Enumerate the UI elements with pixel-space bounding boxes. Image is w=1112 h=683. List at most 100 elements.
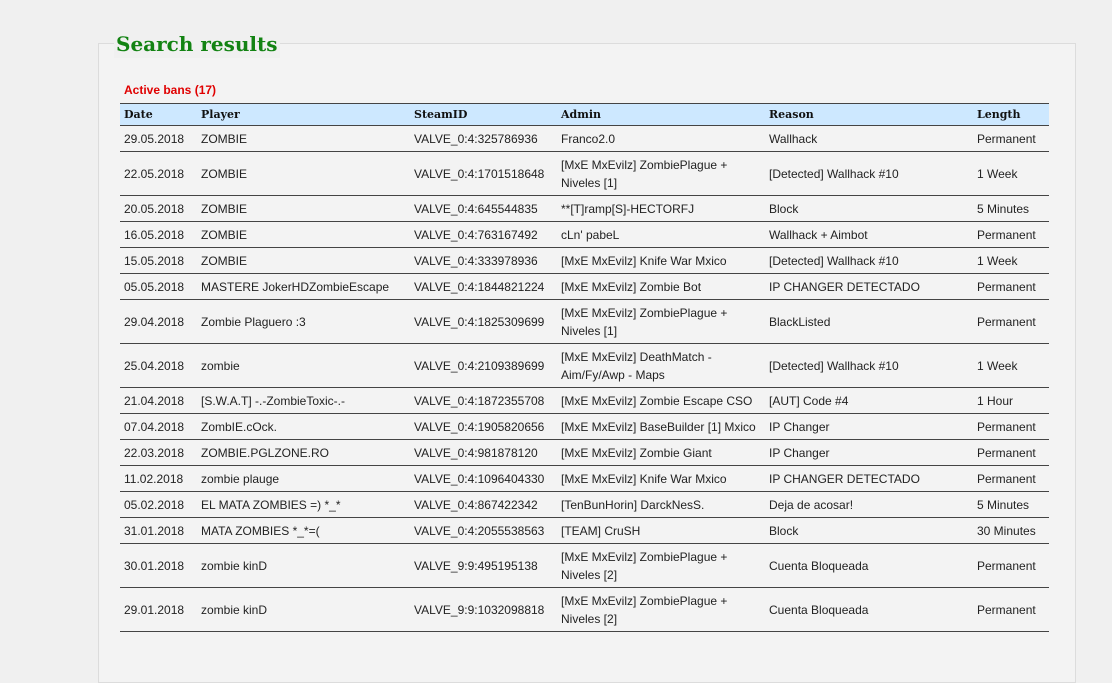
column-header-date[interactable]: Date (120, 103, 197, 126)
cell-date: 30.01.2018 (120, 543, 197, 588)
cell-admin: [MxE MxEvilz] BaseBuilder [1] Mxico (557, 413, 765, 440)
cell-date: 31.01.2018 (120, 517, 197, 544)
cell-player: Zombie Plaguero :3 (197, 299, 410, 344)
cell-steamid: VALVE_0:4:763167492 (410, 221, 557, 248)
table-row[interactable]: 07.04.2018 ZombIE.cOck. VALVE_0:4:190582… (120, 413, 1049, 440)
cell-reason: Cuenta Bloqueada (765, 543, 973, 588)
cell-player: MATA ZOMBIES *_*=( (197, 517, 410, 544)
cell-length: Permanent (973, 465, 1049, 492)
cell-reason: [AUT] Code #4 (765, 387, 973, 414)
cell-admin: [MxE MxEvilz] Knife War Mxico (557, 247, 765, 274)
table-header-row: Date Player SteamID Admin Reason Length (120, 103, 1049, 126)
cell-reason: Deja de acosar! (765, 491, 973, 518)
cell-reason: Cuenta Bloqueada (765, 587, 973, 632)
cell-player: EL MATA ZOMBIES =) *_* (197, 491, 410, 518)
cell-reason: BlackListed (765, 299, 973, 344)
cell-date: 22.03.2018 (120, 439, 197, 466)
table-row[interactable]: 20.05.2018 ZOMBIE VALVE_0:4:645544835 **… (120, 195, 1049, 222)
cell-reason: Block (765, 517, 973, 544)
cell-player: ZOMBIE (197, 151, 410, 196)
cell-date: 05.02.2018 (120, 491, 197, 518)
page-title: Search results (114, 30, 280, 58)
cell-player: ZombIE.cOck. (197, 413, 410, 440)
cell-date: 20.05.2018 (120, 195, 197, 222)
cell-date: 21.04.2018 (120, 387, 197, 414)
cell-admin: [MxE MxEvilz] ZombiePlague + Niveles [2] (557, 587, 765, 632)
cell-admin: [TenBunHorin] DarckNesS. (557, 491, 765, 518)
cell-admin: cLn' pabeL (557, 221, 765, 248)
cell-date: 29.01.2018 (120, 587, 197, 632)
cell-reason: [Detected] Wallhack #10 (765, 247, 973, 274)
cell-steamid: VALVE_0:4:2109389699 (410, 343, 557, 388)
cell-date: 07.04.2018 (120, 413, 197, 440)
cell-player: MASTERE JokerHDZombieEscape (197, 273, 410, 300)
table-row[interactable]: 30.01.2018 zombie kinD VALVE_9:9:4951951… (120, 543, 1049, 588)
cell-player: ZOMBIE (197, 221, 410, 248)
cell-admin: [MxE MxEvilz] Zombie Escape CSO (557, 387, 765, 414)
bans-table: Date Player SteamID Admin Reason Length … (120, 103, 1049, 632)
table-row[interactable]: 21.04.2018 [S.W.A.T] -.-ZombieToxic-.- V… (120, 387, 1049, 414)
cell-date: 11.02.2018 (120, 465, 197, 492)
cell-steamid: VALVE_0:4:333978936 (410, 247, 557, 274)
table-row[interactable]: 29.01.2018 zombie kinD VALVE_9:9:1032098… (120, 587, 1049, 632)
cell-steamid: VALVE_0:4:1096404330 (410, 465, 557, 492)
column-header-player[interactable]: Player (197, 103, 410, 126)
cell-admin: Franco2.0 (557, 125, 765, 152)
cell-length: Permanent (973, 299, 1049, 344)
cell-player: zombie plauge (197, 465, 410, 492)
cell-length: Permanent (973, 439, 1049, 466)
cell-reason: [Detected] Wallhack #10 (765, 343, 973, 388)
cell-date: 22.05.2018 (120, 151, 197, 196)
cell-player: zombie kinD (197, 543, 410, 588)
cell-length: Permanent (973, 125, 1049, 152)
cell-reason: [Detected] Wallhack #10 (765, 151, 973, 196)
cell-steamid: VALVE_0:4:1825309699 (410, 299, 557, 344)
table-row[interactable]: 05.02.2018 EL MATA ZOMBIES =) *_* VALVE_… (120, 491, 1049, 518)
cell-date: 05.05.2018 (120, 273, 197, 300)
cell-length: Permanent (973, 273, 1049, 300)
cell-length: 30 Minutes (973, 517, 1049, 544)
cell-steamid: VALVE_0:4:645544835 (410, 195, 557, 222)
cell-steamid: VALVE_0:4:1844821224 (410, 273, 557, 300)
cell-admin: [TEAM] CruSH (557, 517, 765, 544)
cell-steamid: VALVE_0:4:325786936 (410, 125, 557, 152)
cell-player: ZOMBIE (197, 247, 410, 274)
cell-steamid: VALVE_0:4:2055538563 (410, 517, 557, 544)
table-row[interactable]: 05.05.2018 MASTERE JokerHDZombieEscape V… (120, 273, 1049, 300)
table-row[interactable]: 25.04.2018 zombie VALVE_0:4:2109389699 [… (120, 343, 1049, 388)
table-row[interactable]: 29.04.2018 Zombie Plaguero :3 VALVE_0:4:… (120, 299, 1049, 344)
column-header-admin[interactable]: Admin (557, 103, 765, 126)
cell-date: 29.04.2018 (120, 299, 197, 344)
cell-admin: [MxE MxEvilz] ZombiePlague + Niveles [2] (557, 543, 765, 588)
cell-steamid: VALVE_0:4:1701518648 (410, 151, 557, 196)
cell-length: 1 Week (973, 247, 1049, 274)
cell-player: ZOMBIE.PGLZONE.RO (197, 439, 410, 466)
cell-steamid: VALVE_9:9:495195138 (410, 543, 557, 588)
table-row[interactable]: 15.05.2018 ZOMBIE VALVE_0:4:333978936 [M… (120, 247, 1049, 274)
cell-date: 25.04.2018 (120, 343, 197, 388)
cell-player: zombie (197, 343, 410, 388)
cell-date: 15.05.2018 (120, 247, 197, 274)
cell-steamid: VALVE_0:4:1872355708 (410, 387, 557, 414)
cell-reason: IP CHANGER DETECTADO (765, 465, 973, 492)
cell-admin: [MxE MxEvilz] ZombiePlague + Niveles [1] (557, 151, 765, 196)
table-row[interactable]: 29.05.2018 ZOMBIE VALVE_0:4:325786936 Fr… (120, 125, 1049, 152)
column-header-length[interactable]: Length (973, 103, 1049, 126)
cell-reason: IP Changer (765, 413, 973, 440)
cell-length: 5 Minutes (973, 491, 1049, 518)
cell-admin: [MxE MxEvilz] ZombiePlague + Niveles [1] (557, 299, 765, 344)
cell-date: 16.05.2018 (120, 221, 197, 248)
table-row[interactable]: 22.05.2018 ZOMBIE VALVE_0:4:1701518648 [… (120, 151, 1049, 196)
cell-admin: [MxE MxEvilz] Knife War Mxico (557, 465, 765, 492)
cell-reason: Block (765, 195, 973, 222)
table-row[interactable]: 31.01.2018 MATA ZOMBIES *_*=( VALVE_0:4:… (120, 517, 1049, 544)
cell-length: 1 Week (973, 151, 1049, 196)
table-row[interactable]: 16.05.2018 ZOMBIE VALVE_0:4:763167492 cL… (120, 221, 1049, 248)
column-header-reason[interactable]: Reason (765, 103, 973, 126)
cell-admin: [MxE MxEvilz] Zombie Giant (557, 439, 765, 466)
column-header-steamid[interactable]: SteamID (410, 103, 557, 126)
table-row[interactable]: 22.03.2018 ZOMBIE.PGLZONE.RO VALVE_0:4:9… (120, 439, 1049, 466)
table-row[interactable]: 11.02.2018 zombie plauge VALVE_0:4:10964… (120, 465, 1049, 492)
cell-admin: [MxE MxEvilz] DeathMatch - Aim/Fy/Awp - … (557, 343, 765, 388)
cell-reason: Wallhack (765, 125, 973, 152)
